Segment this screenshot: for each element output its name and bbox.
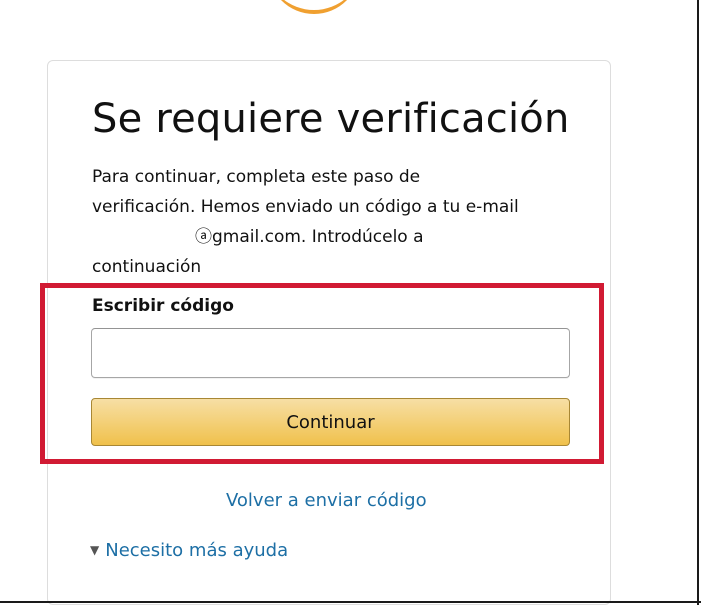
description-line-4: continuación xyxy=(92,257,202,277)
need-more-help-label: Necesito más ayuda xyxy=(105,540,289,561)
continue-button[interactable]: Continuar xyxy=(91,398,570,446)
window-bottom-border xyxy=(0,601,701,603)
resend-code-link[interactable]: Volver a enviar código xyxy=(226,488,427,514)
amazon-smile-logo-icon xyxy=(268,0,360,14)
description-line-1: Para continuar, completa este paso de xyxy=(92,167,421,187)
need-more-help-link[interactable]: ▼ Necesito más ayuda xyxy=(90,537,288,564)
description-line-2: verificación. Hemos enviado un código a … xyxy=(92,197,519,217)
page-title: Se requiere verificación xyxy=(92,96,570,142)
description-line-3: ⓐgmail.com. Introdúcelo a xyxy=(92,222,592,252)
chevron-down-icon: ▼ xyxy=(90,543,100,557)
window-right-border xyxy=(697,0,699,605)
code-field-label: Escribir código xyxy=(92,296,234,316)
verification-code-input[interactable] xyxy=(91,328,570,378)
email-domain-text: ⓐgmail.com. Introdúcelo a xyxy=(195,227,424,247)
verification-description: Para continuar, completa este paso de ve… xyxy=(92,162,592,282)
